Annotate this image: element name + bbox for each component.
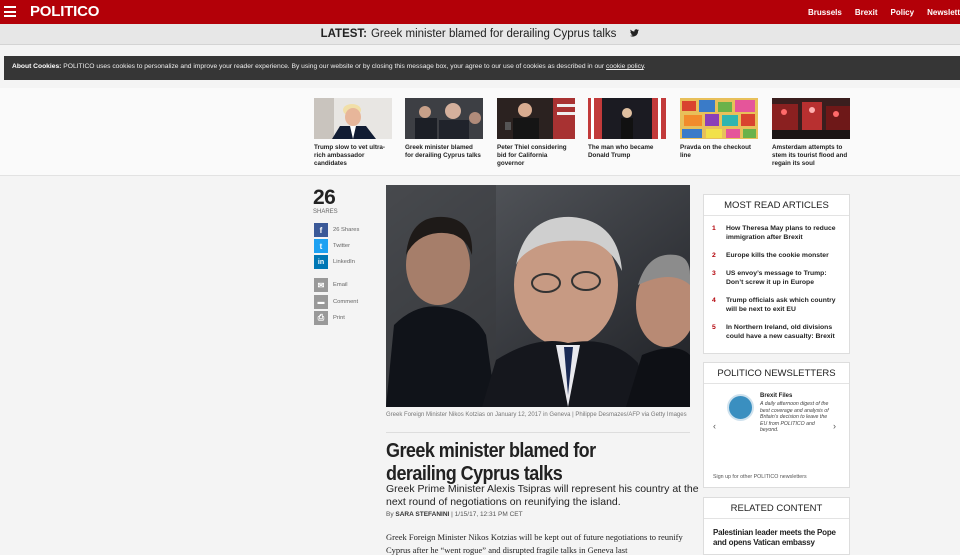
newsletter-name[interactable]: Brexit Files bbox=[760, 393, 792, 399]
strip-thumbnail[interactable] bbox=[405, 98, 483, 139]
top-nav: Brussels Brexit Policy Newslett bbox=[795, 0, 960, 24]
share-item-label: Twitter bbox=[333, 243, 351, 249]
facebook-icon[interactable]: f bbox=[314, 223, 328, 237]
most-read-item[interactable]: 3 US envoy’s message to Trump: Don’t scre… bbox=[712, 270, 840, 288]
rank-number: 3 bbox=[712, 270, 716, 277]
print-icon[interactable]: ⎙ bbox=[314, 311, 328, 325]
menu-icon[interactable] bbox=[4, 6, 16, 17]
most-read-link[interactable]: In Northern Ireland, old divisions could… bbox=[726, 324, 840, 342]
article-byline: By SARA STEFANINI | 1/15/17, 12:31 PM CE… bbox=[386, 511, 523, 518]
twitter-icon[interactable]: t bbox=[314, 239, 328, 253]
headline-strip: Trump slow to vet ultra-rich ambassador … bbox=[0, 88, 960, 176]
nav-brussels[interactable]: Brussels bbox=[808, 8, 842, 17]
latest-headline[interactable]: Greek minister blamed for derailing Cypr… bbox=[371, 28, 616, 40]
hero-image bbox=[386, 185, 690, 407]
share-column: 26 SHARES bbox=[313, 186, 373, 215]
cookie-end: . bbox=[643, 63, 646, 70]
article-date: | 1/15/17, 12:31 PM CET bbox=[449, 511, 523, 518]
most-read-link[interactable]: US envoy’s message to Trump: Don’t screw… bbox=[726, 270, 840, 288]
related-link[interactable]: Palestinian leader meets the Pope and op… bbox=[713, 528, 843, 548]
latest-bar: LATEST: Greek minister blamed for derail… bbox=[0, 24, 960, 45]
comment-button[interactable]: ▬ Comment bbox=[314, 295, 358, 309]
nav-policy[interactable]: Policy bbox=[891, 8, 915, 17]
most-read-panel: MOST READ ARTICLES 1 How Theresa May plan… bbox=[703, 194, 850, 354]
share-item-label: Email bbox=[333, 282, 348, 288]
related-panel: RELATED CONTENT Palestinian leader meets… bbox=[703, 497, 850, 555]
comment-icon[interactable]: ▬ bbox=[314, 295, 328, 309]
divider bbox=[386, 432, 690, 433]
share-item-label: LinkedIn bbox=[333, 259, 355, 265]
strip-thumbnail[interactable] bbox=[772, 98, 850, 139]
newsletter-logo bbox=[727, 394, 754, 421]
top-bar: POLITICO Brussels Brexit Policy Newslett bbox=[0, 0, 960, 24]
most-read-item[interactable]: 5 In Northern Ireland, old divisions coul… bbox=[712, 324, 840, 342]
newsletters-panel: POLITICO NEWSLETTERS Brexit Files A dail… bbox=[703, 362, 850, 488]
hero-caption: Greek Foreign Minister Nikos Kotzias on … bbox=[386, 412, 687, 418]
share-item-label: Comment bbox=[333, 299, 359, 305]
site-logo[interactable]: POLITICO bbox=[30, 3, 99, 20]
linkedin-icon[interactable]: in bbox=[314, 255, 328, 269]
cookie-label: About Cookies: bbox=[12, 63, 62, 70]
twitter-share-button[interactable]: t Twitter bbox=[314, 239, 350, 253]
most-read-link[interactable]: Europe kills the cookie monster bbox=[726, 252, 829, 261]
most-read-title: MOST READ ARTICLES bbox=[704, 195, 849, 216]
latest-label: LATEST: bbox=[320, 28, 367, 40]
newsletter-description: A daily afternoon digest of the best cov… bbox=[760, 401, 829, 433]
related-title: RELATED CONTENT bbox=[704, 498, 849, 519]
share-count: 26 bbox=[313, 186, 336, 209]
chevron-right-icon[interactable]: › bbox=[833, 421, 836, 431]
author-link[interactable]: SARA STEFANINI bbox=[395, 511, 449, 518]
rank-number: 2 bbox=[712, 252, 716, 259]
email-icon[interactable]: ✉ bbox=[314, 278, 328, 292]
byline-prefix: By bbox=[386, 511, 396, 518]
cookie-policy-link[interactable]: cookie policy bbox=[606, 63, 644, 70]
share-label: SHARES bbox=[313, 209, 338, 215]
strip-item[interactable]: Amsterdam attempts to stem its tourist f… bbox=[772, 98, 850, 168]
strip-headline[interactable]: Amsterdam attempts to stem its tourist f… bbox=[772, 144, 850, 168]
strip-headline[interactable]: The man who became Donald Trump bbox=[588, 144, 666, 160]
linkedin-share-button[interactable]: in LinkedIn bbox=[314, 255, 355, 269]
newsletter-signup-link[interactable]: Sign up for other POLITICO newsletters bbox=[713, 474, 807, 480]
strip-thumbnail[interactable] bbox=[588, 98, 666, 139]
strip-item[interactable]: Peter Thiel considering bid for Californ… bbox=[497, 98, 575, 168]
print-button[interactable]: ⎙ Print bbox=[314, 311, 345, 325]
most-read-item[interactable]: 2 Europe kills the cookie monster bbox=[712, 252, 840, 261]
cookie-banner[interactable]: About Cookies: POLITICO uses cookies to … bbox=[4, 56, 960, 80]
strip-headline[interactable]: Peter Thiel considering bid for Californ… bbox=[497, 144, 575, 168]
most-read-link[interactable]: Trump officials ask which country will b… bbox=[726, 297, 840, 315]
strip-headline[interactable]: Greek minister blamed for derailing Cypr… bbox=[405, 144, 483, 160]
strip-item[interactable]: Pravda on the checkout line bbox=[680, 98, 758, 160]
strip-thumbnail[interactable] bbox=[497, 98, 575, 139]
cookie-text: POLITICO uses cookies to personalize and… bbox=[61, 63, 606, 70]
article-body: Greek Foreign Minister Nikos Kotzias wil… bbox=[386, 532, 683, 555]
twitter-icon[interactable] bbox=[630, 29, 640, 39]
facebook-share-button[interactable]: f 26 Shares bbox=[314, 223, 359, 237]
rank-number: 5 bbox=[712, 324, 716, 331]
strip-item[interactable]: Trump slow to vet ultra-rich ambassador … bbox=[314, 98, 392, 168]
strip-thumbnail[interactable] bbox=[314, 98, 392, 139]
strip-thumbnail[interactable] bbox=[680, 98, 758, 139]
email-button[interactable]: ✉ Email bbox=[314, 278, 348, 292]
share-item-label: Print bbox=[333, 315, 345, 321]
nav-brexit[interactable]: Brexit bbox=[855, 8, 878, 17]
share-item-label: 26 Shares bbox=[333, 227, 360, 233]
nav-newsletters[interactable]: Newslett bbox=[927, 8, 960, 17]
most-read-item[interactable]: 4 Trump officials ask which country will … bbox=[712, 297, 840, 315]
rank-number: 1 bbox=[712, 225, 716, 232]
newsletters-title: POLITICO NEWSLETTERS bbox=[704, 363, 849, 384]
strip-headline[interactable]: Trump slow to vet ultra-rich ambassador … bbox=[314, 144, 392, 168]
article-headline: Greek minister blamed for derailing Cypr… bbox=[386, 440, 596, 485]
strip-item[interactable]: The man who became Donald Trump bbox=[588, 98, 666, 160]
article-dek: Greek Prime Minister Alexis Tsipras will… bbox=[386, 483, 699, 509]
chevron-left-icon[interactable]: ‹ bbox=[713, 421, 716, 431]
most-read-item[interactable]: 1 How Theresa May plans to reduce immigra… bbox=[712, 225, 840, 243]
most-read-link[interactable]: How Theresa May plans to reduce immigrat… bbox=[726, 225, 840, 243]
rank-number: 4 bbox=[712, 297, 716, 304]
strip-item[interactable]: Greek minister blamed for derailing Cypr… bbox=[405, 98, 483, 160]
strip-headline[interactable]: Pravda on the checkout line bbox=[680, 144, 758, 160]
